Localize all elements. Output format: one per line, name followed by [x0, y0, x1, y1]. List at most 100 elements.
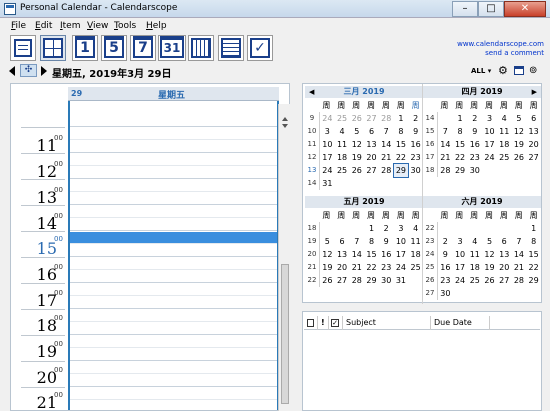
day-cell[interactable]: 1 [526, 222, 541, 235]
week-number[interactable]: 21 [305, 261, 319, 274]
week-number[interactable]: 18 [305, 222, 319, 235]
week-number[interactable]: 12 [305, 151, 319, 164]
day-cell[interactable]: 28 [379, 164, 394, 177]
day-cell[interactable]: 10 [482, 125, 497, 138]
day-cell[interactable]: 14 [438, 138, 453, 151]
day-cell[interactable]: 8 [364, 235, 379, 248]
previous-month-arrow-icon[interactable]: ◀ [309, 86, 314, 98]
day-cell[interactable]: 26 [349, 112, 364, 125]
day-cell[interactable]: 12 [482, 248, 497, 261]
filter-dropdown[interactable]: ALL ▾ [471, 67, 491, 75]
day-cell[interactable]: 15 [526, 248, 541, 261]
day-cell[interactable]: 5 [482, 235, 497, 248]
day-cell[interactable]: 25 [467, 274, 482, 287]
scroll-up-arrow-icon[interactable] [282, 117, 288, 121]
week-number[interactable]: 25 [423, 261, 437, 274]
day-cell[interactable]: 7 [438, 125, 453, 138]
day-cell[interactable]: 2 [438, 235, 453, 248]
day-cell[interactable]: 9 [438, 248, 453, 261]
day-cell[interactable]: 20 [335, 261, 350, 274]
week-number[interactable]: 16 [423, 138, 437, 151]
day-cell[interactable]: 6 [526, 112, 541, 125]
day-cell[interactable]: 20 [526, 138, 541, 151]
menu-view[interactable]: View [87, 21, 108, 31]
day-cell[interactable]: 29 [364, 274, 379, 287]
day-cell[interactable]: 18 [467, 261, 482, 274]
day-cell[interactable]: 9 [379, 235, 394, 248]
day-cell[interactable]: 27 [364, 164, 379, 177]
today-button[interactable]: ✣ [20, 64, 37, 77]
day-cell[interactable]: 19 [320, 261, 335, 274]
day-cell[interactable]: 10 [453, 248, 468, 261]
day-cell[interactable]: 24 [453, 274, 468, 287]
day-cell[interactable]: 2 [379, 222, 394, 235]
day-cell[interactable]: 27 [364, 112, 379, 125]
week-number[interactable]: 24 [423, 248, 437, 261]
day-cell[interactable]: 10 [394, 235, 409, 248]
next-month-arrow-icon[interactable]: ▶ [532, 86, 537, 98]
day-cell[interactable]: 21 [438, 151, 453, 164]
day-cell[interactable]: 8 [526, 235, 541, 248]
day-cell[interactable]: 3 [482, 112, 497, 125]
day-cell[interactable]: 30 [408, 164, 423, 177]
scrollbar-thumb[interactable] [281, 264, 289, 404]
day-cell[interactable]: 17 [394, 248, 409, 261]
day-cell[interactable]: 26 [349, 164, 364, 177]
day-cell[interactable]: 9 [408, 125, 423, 138]
day-cell[interactable]: 22 [526, 261, 541, 274]
day-cell[interactable]: 13 [497, 248, 512, 261]
day-cell[interactable]: 24 [482, 151, 497, 164]
day-cell[interactable]: 6 [364, 125, 379, 138]
week-number[interactable]: 14 [305, 177, 319, 190]
day-cell[interactable]: 4 [467, 235, 482, 248]
day-cell[interactable]: 22 [453, 151, 468, 164]
day-cell[interactable]: 31 [320, 177, 335, 190]
day-cell[interactable]: 28 [379, 112, 394, 125]
week-number[interactable]: 18 [423, 164, 437, 177]
day-cell[interactable]: 7 [512, 235, 527, 248]
day-cell[interactable]: 8 [394, 125, 409, 138]
day-cell[interactable]: 25 [335, 112, 350, 125]
day-cell[interactable]: 20 [497, 261, 512, 274]
day-cell[interactable]: 3 [453, 235, 468, 248]
week-number[interactable]: 11 [305, 138, 319, 151]
week-number[interactable]: 27 [423, 287, 437, 300]
day-cell[interactable]: 6 [497, 235, 512, 248]
day-cell[interactable]: 19 [512, 138, 527, 151]
day-cell[interactable]: 14 [379, 138, 394, 151]
day-cell[interactable]: 23 [438, 274, 453, 287]
current-time-slot[interactable] [70, 232, 277, 243]
day-cell[interactable]: 9 [467, 125, 482, 138]
year-view-button[interactable] [188, 35, 214, 61]
day-cell[interactable]: 18 [408, 248, 423, 261]
week-number[interactable]: 17 [423, 151, 437, 164]
day-cell[interactable]: 29 [392, 163, 410, 178]
day-cell[interactable]: 15 [364, 248, 379, 261]
day-cell[interactable]: 2 [408, 112, 423, 125]
day-cell[interactable]: 25 [408, 261, 423, 274]
week-number[interactable]: 13 [305, 164, 319, 177]
send-comment-link[interactable]: send a comment [485, 49, 544, 57]
menu-item[interactable]: Item [60, 21, 81, 31]
week-number[interactable]: 23 [423, 235, 437, 248]
day-cell[interactable]: 5 [320, 235, 335, 248]
day-cell[interactable]: 12 [320, 248, 335, 261]
day-cell[interactable]: 2 [467, 112, 482, 125]
day-cell[interactable]: 21 [349, 261, 364, 274]
day-cell[interactable]: 11 [497, 125, 512, 138]
checkbox-icon[interactable]: ✓ [331, 319, 339, 327]
week-number[interactable]: 22 [423, 222, 437, 235]
day-cell[interactable]: 30 [379, 274, 394, 287]
month-view-button[interactable]: 31 [158, 35, 186, 61]
day-cell[interactable]: 27 [497, 274, 512, 287]
previous-arrow-icon[interactable] [9, 66, 15, 76]
maximize-button[interactable]: □ [478, 1, 504, 17]
day-cell[interactable]: 6 [335, 235, 350, 248]
day-cell[interactable]: 27 [335, 274, 350, 287]
minimize-button[interactable]: – [452, 1, 478, 17]
day-cell[interactable]: 29 [526, 274, 541, 287]
list-view-button[interactable] [218, 35, 244, 61]
day-cell[interactable]: 13 [364, 138, 379, 151]
day-cell[interactable]: 22 [394, 151, 409, 164]
day-cell[interactable]: 24 [320, 164, 335, 177]
